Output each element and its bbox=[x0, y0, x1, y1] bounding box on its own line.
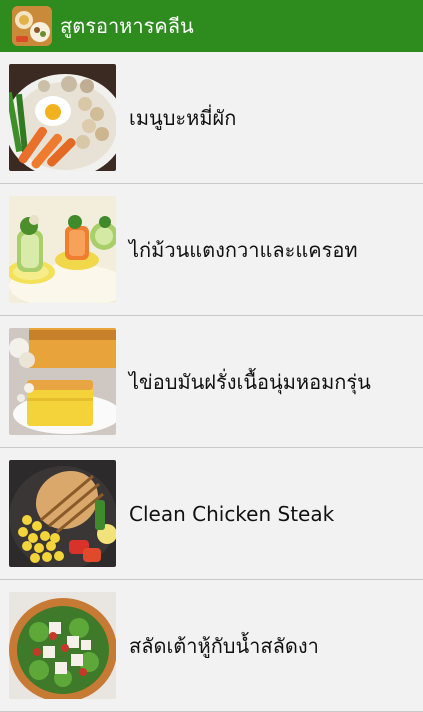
recipe-title: สลัดเต้าหู้กับน้ำสลัดงา bbox=[129, 633, 319, 658]
recipe-list-item[interactable]: ไข่อบมันฝรั่งเนื้อนุ่มหอมกรุ่น bbox=[0, 316, 423, 448]
recipe-title: ไข่อบมันฝรั่งเนื้อนุ่มหอมกรุ่น bbox=[129, 369, 371, 394]
recipe-thumbnail bbox=[9, 460, 116, 567]
recipe-thumbnail bbox=[9, 592, 116, 699]
recipe-list[interactable]: เมนูบะหมี่ผัก ไก่ม้วนแตงกวาและแครอท ไข่อ… bbox=[0, 52, 423, 712]
recipe-title: เมนูบะหมี่ผัก bbox=[129, 105, 237, 130]
recipe-list-item[interactable]: เมนูบะหมี่ผัก bbox=[0, 52, 423, 184]
recipe-list-item[interactable]: สลัดเต้าหู้กับน้ำสลัดงา bbox=[0, 580, 423, 712]
recipe-thumbnail bbox=[9, 64, 116, 171]
recipe-list-item[interactable]: Clean Chicken Steak bbox=[0, 448, 423, 580]
food-bowl-icon bbox=[12, 6, 52, 46]
recipe-title: Clean Chicken Steak bbox=[129, 501, 335, 526]
recipe-list-item[interactable]: ไก่ม้วนแตงกวาและแครอท bbox=[0, 184, 423, 316]
recipe-thumbnail bbox=[9, 328, 116, 435]
app-bar: สูตรอาหารคลีน bbox=[0, 0, 423, 52]
recipe-title: ไก่ม้วนแตงกวาและแครอท bbox=[129, 237, 358, 262]
app-title: สูตรอาหารคลีน bbox=[60, 14, 194, 38]
recipe-thumbnail bbox=[9, 196, 116, 303]
